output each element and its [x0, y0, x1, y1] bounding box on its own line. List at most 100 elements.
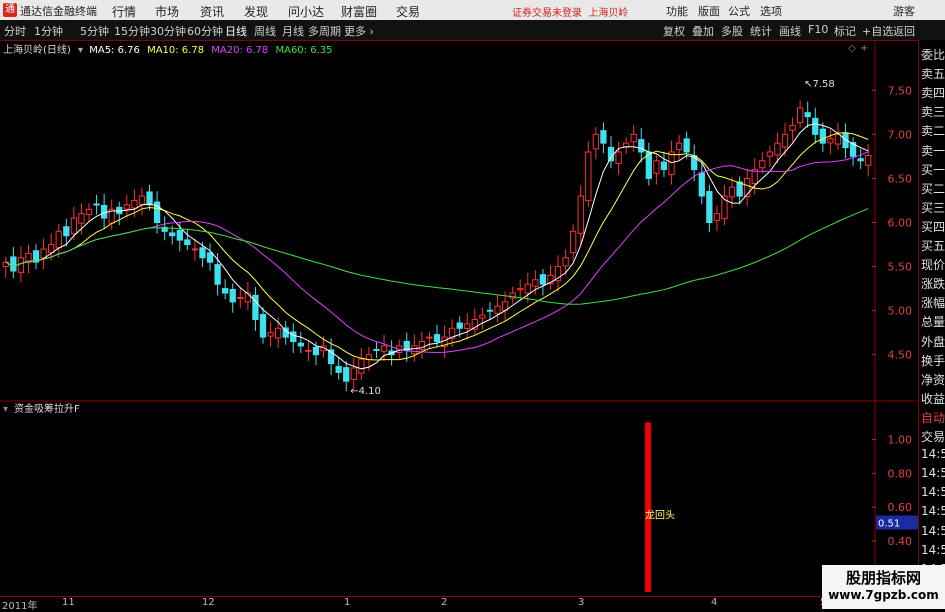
- current-value-label: 0.51: [878, 518, 900, 529]
- candle-body: [214, 264, 221, 285]
- tab-15min[interactable]: 15分钟: [114, 23, 150, 39]
- indicator-axis-label: 0.60: [888, 501, 913, 514]
- candle-body: [532, 279, 539, 287]
- menu-trade[interactable]: 交易: [396, 3, 420, 20]
- candle-body: [728, 186, 736, 198]
- tab-1min[interactable]: 1分钟: [34, 23, 63, 39]
- candle-body: [713, 213, 721, 221]
- statistics-button[interactable]: 统计: [750, 23, 772, 39]
- menu-options[interactable]: 选项: [760, 3, 782, 19]
- candle-body: [819, 128, 826, 144]
- side-panel-item: 14:56: [921, 504, 945, 519]
- menu-news[interactable]: 资讯: [200, 3, 224, 20]
- menu-formula[interactable]: 公式: [728, 3, 750, 19]
- tab-multi[interactable]: 多周期: [308, 23, 341, 39]
- candle-body: [358, 358, 365, 374]
- price-axis-label: 7.00: [888, 128, 913, 141]
- side-panel-item: 买五: [921, 239, 945, 253]
- side-panel-item[interactable]: 自动: [921, 409, 945, 426]
- candlestick-chart[interactable]: 7.50 7.00 6.50 6.00 5.50 5.00 4.50 ↖7.58 ←4.10 ◇ +: [0, 40, 918, 402]
- candle-body: [55, 230, 62, 249]
- candle-body: [668, 151, 675, 176]
- tab-more[interactable]: 更多 ›: [344, 23, 374, 39]
- candle-body: [17, 257, 25, 273]
- price-axis-label: 7.50: [888, 84, 913, 97]
- date-axis-label: 2011年: [2, 601, 38, 612]
- login-warning[interactable]: 证券交易未登录 上海贝岭: [512, 4, 628, 19]
- menu-market[interactable]: 市场: [155, 3, 179, 20]
- side-panel-item: 买二: [921, 181, 945, 196]
- signal-label: 龙回头: [645, 508, 675, 521]
- tab-5min[interactable]: 5分钟: [80, 23, 109, 39]
- indicator-title: 资金吸筹拉升F: [14, 402, 80, 415]
- candle-body: [524, 283, 531, 294]
- add-watchlist-button[interactable]: +自选: [862, 23, 893, 39]
- candle-body: [312, 346, 320, 356]
- date-axis: 2011年111212345: [0, 596, 918, 612]
- price-axis-label: 6.50: [888, 172, 913, 185]
- candle-body: [433, 334, 441, 343]
- price-axis-label: 6.00: [888, 217, 913, 230]
- candle-body: [517, 288, 524, 291]
- zoom-in-icon[interactable]: +: [860, 43, 868, 54]
- candle-body: [169, 232, 176, 237]
- candle-body: [479, 314, 486, 319]
- date-axis-label: 12: [202, 597, 215, 608]
- date-axis-label: 3: [578, 597, 585, 608]
- candle-body: [335, 366, 342, 373]
- candle-body: [380, 345, 388, 352]
- menu-wealth[interactable]: 财富圈: [341, 3, 377, 20]
- side-panel-item[interactable]: 交易: [921, 428, 945, 445]
- price-axis-label: 5.50: [888, 261, 913, 274]
- menu-discover[interactable]: 发现: [244, 3, 268, 20]
- overlay-button[interactable]: 叠加: [692, 23, 714, 39]
- candle-body: [865, 155, 872, 166]
- tab-weekly[interactable]: 周线: [254, 23, 276, 39]
- indicator-panel[interactable]: ▾资金吸筹拉升F1.000.800.600.400.200.51龙回头: [0, 402, 918, 596]
- candle-body: [562, 257, 569, 267]
- side-panel-item: 买三: [921, 200, 945, 215]
- back-button[interactable]: 返回: [893, 23, 915, 39]
- candle-body: [85, 208, 93, 215]
- multi-stock-button[interactable]: 多股: [721, 23, 743, 39]
- mark-button[interactable]: 标记: [834, 23, 856, 39]
- diamond-icon[interactable]: ◇: [848, 43, 856, 54]
- candle-body: [781, 133, 789, 148]
- candle-body: [789, 125, 796, 131]
- candle-body: [237, 296, 244, 299]
- candle-body: [570, 230, 577, 254]
- app-name: 通达信金融终端: [20, 5, 97, 18]
- candle-body: [804, 112, 811, 118]
- watermark-url: www.7gpzb.com: [828, 588, 939, 602]
- candle-body: [229, 288, 236, 303]
- guest-label[interactable]: 游客: [893, 3, 915, 19]
- candle-body: [683, 138, 690, 153]
- menu-function[interactable]: 功能: [666, 3, 688, 19]
- draw-line-button[interactable]: 画线: [779, 23, 801, 39]
- candle-body: [827, 138, 834, 144]
- indicator-axis-label: 0.80: [888, 467, 913, 480]
- tab-daily[interactable]: 日线: [225, 23, 247, 39]
- tab-60min[interactable]: 60分钟: [187, 23, 223, 39]
- high-price-annotation: ↖7.58: [804, 79, 835, 90]
- menu-quotes[interactable]: 行情: [112, 3, 136, 20]
- date-axis-label: 2: [441, 597, 448, 608]
- candle-body: [638, 139, 645, 153]
- adjust-button[interactable]: 复权: [663, 23, 685, 39]
- f10-button[interactable]: F10: [808, 23, 828, 36]
- menu-layout[interactable]: 版面: [698, 3, 720, 19]
- candle-body: [615, 151, 622, 164]
- candle-body: [191, 248, 199, 251]
- candle-body: [350, 367, 357, 380]
- side-panel-item: 总量: [921, 315, 945, 330]
- menu-ask[interactable]: 问小达: [288, 3, 324, 20]
- side-panel-item: 买四: [921, 219, 945, 234]
- side-panel-item: 收益: [921, 391, 945, 406]
- tab-monthly[interactable]: 月线: [282, 23, 304, 39]
- side-panel-item: 净资: [921, 372, 945, 387]
- date-axis-label: 4: [711, 597, 718, 608]
- tab-timeshare[interactable]: 分时: [4, 23, 26, 39]
- period-toolbar: 分时 1分钟 5分钟 15分钟 30分钟 60分钟 日线 周线 月线 多周期 更…: [0, 20, 945, 41]
- tab-30min[interactable]: 30分钟: [150, 23, 186, 39]
- candle-body: [146, 191, 153, 206]
